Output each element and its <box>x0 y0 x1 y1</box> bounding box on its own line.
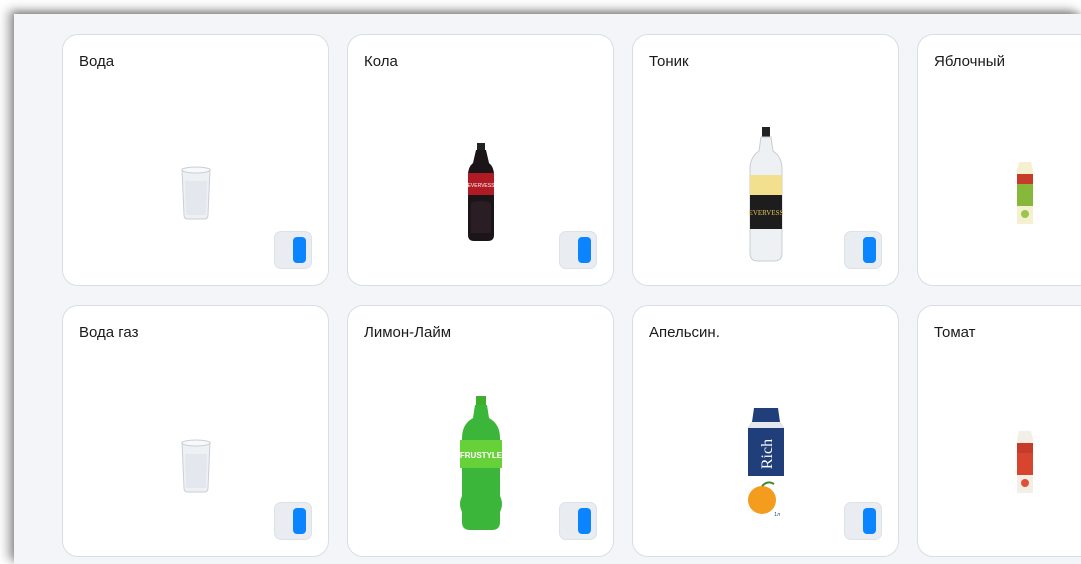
orange-volume: 1л <box>774 512 780 518</box>
toggle-knob <box>863 237 876 263</box>
product-name: Вода газ <box>79 324 139 341</box>
enable-toggle[interactable] <box>844 502 882 540</box>
enable-toggle[interactable] <box>274 502 312 540</box>
screen: Вода Кола EVERVESS Тоник EVERVESS Яблочн… <box>14 14 1081 564</box>
toggle-knob <box>293 237 306 263</box>
tonic-label: EVERVESS <box>748 209 783 217</box>
lemon-lime-bottle-icon: FRUSTYLE <box>459 396 502 530</box>
product-card-apple[interactable]: Яблочный <box>917 34 1081 286</box>
toggle-knob <box>578 508 591 534</box>
orange-label: Rich <box>759 439 776 469</box>
product-name: Томат <box>934 324 976 341</box>
product-name: Яблочный <box>934 53 1005 70</box>
toggle-knob <box>863 508 876 534</box>
lemonlime-label: FRUSTYLE <box>459 451 502 460</box>
product-card-sparkling-water[interactable]: Вода газ <box>62 305 329 557</box>
product-name: Тоник <box>649 53 689 70</box>
tonic-bottle-icon: EVERVESS <box>748 127 783 262</box>
product-card-tonic[interactable]: Тоник EVERVESS <box>632 34 899 286</box>
tomato-juice-pack-icon <box>1017 431 1033 493</box>
apple-juice-pack-icon <box>1017 162 1033 224</box>
cola-label: EVERVESS <box>467 183 495 189</box>
enable-toggle[interactable] <box>274 231 312 269</box>
product-name: Вода <box>79 53 115 70</box>
enable-toggle[interactable] <box>844 231 882 269</box>
enable-toggle[interactable] <box>559 231 597 269</box>
orange-juice-pack-icon: Rich 1л <box>747 408 784 520</box>
product-card-orange[interactable]: Апельсин. Rich 1л <box>632 305 899 557</box>
cola-bottle-icon: EVERVESS <box>467 143 495 241</box>
product-name: Кола <box>364 53 398 70</box>
product-card-cola[interactable]: Кола EVERVESS <box>347 34 614 286</box>
water-glass-icon <box>180 166 211 220</box>
enable-toggle[interactable] <box>559 502 597 540</box>
sparkling-water-glass-icon <box>180 439 211 493</box>
product-card-water[interactable]: Вода <box>62 34 329 286</box>
toggle-knob <box>293 508 306 534</box>
product-card-tomato[interactable]: Томат <box>917 305 1081 557</box>
toggle-knob <box>578 237 591 263</box>
product-name: Лимон-Лайм <box>364 324 452 341</box>
product-card-lemon-lime[interactable]: Лимон-Лайм FRUSTYLE <box>347 305 614 557</box>
product-name: Апельсин. <box>649 324 720 341</box>
